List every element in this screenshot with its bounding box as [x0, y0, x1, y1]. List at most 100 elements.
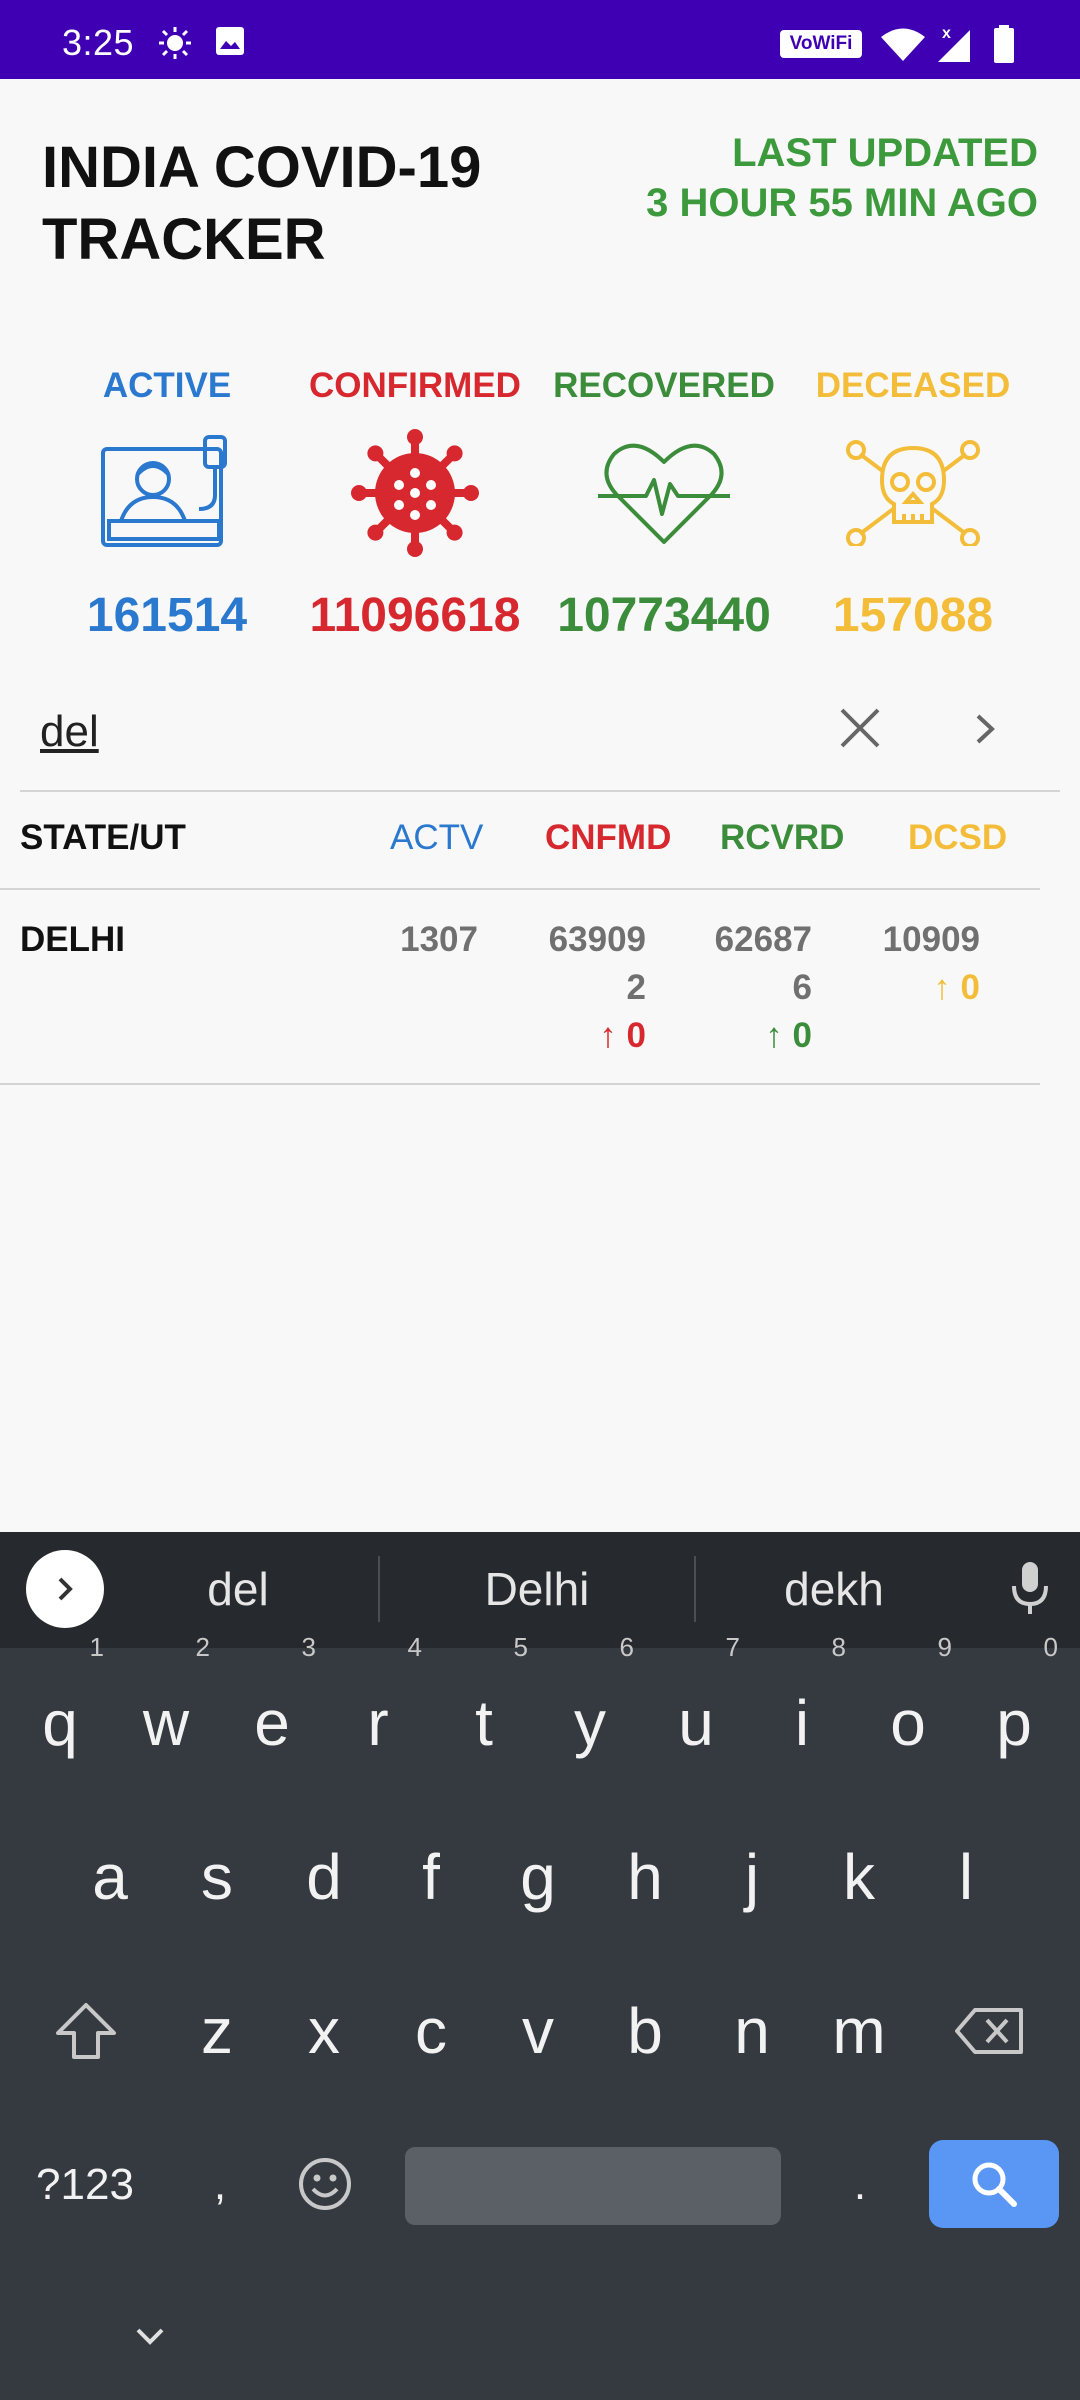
app-title-line1: INDIA COVID-19 — [42, 135, 482, 200]
app-title-line2: TRACKER — [42, 207, 326, 272]
key-s[interactable]: s — [167, 1822, 267, 1932]
status-time: 3:25 — [62, 22, 135, 63]
last-updated-time: 3 HOUR 55 MIN AGO — [646, 181, 1038, 225]
key-w[interactable]: w2 — [116, 1634, 216, 1778]
status-bar: 3:25 VoWiFi x — [0, 0, 1080, 79]
svg-text:x: x — [942, 25, 951, 42]
state-search-input[interactable] — [40, 700, 800, 764]
patient-bed-icon — [101, 435, 227, 547]
key-h[interactable]: h — [595, 1822, 695, 1932]
chevron-down-icon[interactable] — [130, 2322, 170, 2352]
stat-active-label: ACTIVE — [102, 366, 232, 405]
key-x[interactable]: x — [274, 1976, 374, 2086]
row-recovered-delta: ↑ 0 — [765, 1016, 812, 1055]
vowifi-icon: VoWiFi — [780, 30, 862, 58]
row-recovered: 62687 6 ↑ 0 — [715, 916, 812, 1060]
backspace-icon — [955, 2008, 1023, 2054]
chevron-right-icon — [58, 1577, 73, 1601]
last-updated-label: LAST UPDATED — [732, 131, 1038, 175]
space-key[interactable] — [405, 2147, 781, 2225]
emoji-key[interactable] — [275, 2130, 375, 2240]
key-i[interactable]: i8 — [752, 1634, 852, 1778]
shift-key[interactable] — [36, 1976, 136, 2086]
row-state: DELHI — [20, 920, 125, 959]
key-d[interactable]: d — [274, 1822, 374, 1932]
weather-sun-icon — [159, 27, 191, 59]
soft-keyboard: del Delhi dekh q1 w2 e3 r4 t5 y6 u7 i8 o… — [0, 1532, 1080, 2400]
key-j[interactable]: j — [702, 1822, 802, 1932]
key-f[interactable]: f — [381, 1822, 481, 1932]
search-icon — [972, 2162, 1017, 2207]
stat-recovered: RECOVERED 10773440 — [539, 366, 789, 643]
row-recovered-line1: 62687 — [714, 920, 812, 959]
table-divider — [0, 888, 1040, 890]
suggestion-3[interactable]: dekh — [684, 1562, 984, 1616]
symbols-key[interactable]: ?123 — [20, 2130, 150, 2240]
header-deceased[interactable]: DCSD — [908, 818, 1007, 858]
shift-icon — [56, 2003, 116, 2059]
key-p[interactable]: p0 — [964, 1634, 1064, 1778]
key-q[interactable]: q1 — [10, 1634, 110, 1778]
wifi-icon — [881, 28, 925, 61]
app-title: INDIA COVID-19 TRACKER — [42, 132, 562, 276]
virus-icon — [351, 429, 479, 557]
stat-active: ACTIVE 161514 — [42, 366, 292, 643]
stat-deceased-label: DECEASED — [815, 366, 1011, 405]
row-deceased: 10909 ↑ 0 — [883, 916, 980, 1012]
skull-crossbones-icon — [846, 440, 980, 546]
key-n[interactable]: n — [702, 1976, 802, 2086]
search-divider — [20, 790, 1060, 792]
suggestion-divider — [378, 1556, 380, 1622]
table-divider — [0, 1083, 1040, 1085]
key-c[interactable]: c — [381, 1976, 481, 2086]
header-confirmed[interactable]: CNFMD — [545, 818, 671, 858]
header-state[interactable]: STATE/UT — [20, 818, 186, 858]
backspace-key[interactable] — [940, 1976, 1040, 2086]
heartbeat-icon — [598, 443, 730, 544]
stat-confirmed-value: 11096618 — [309, 589, 521, 642]
key-m[interactable]: m — [809, 1976, 909, 2086]
stat-deceased: DECEASED 157088 — [788, 366, 1038, 643]
comma-key[interactable]: , — [170, 2130, 270, 2240]
key-b[interactable]: b — [595, 1976, 695, 2086]
stat-deceased-value: 157088 — [832, 589, 994, 642]
emoji-icon — [299, 2158, 351, 2210]
row-confirmed-line1: 63909 — [548, 920, 646, 959]
key-t[interactable]: t5 — [434, 1634, 534, 1778]
battery-icon — [994, 25, 1014, 63]
key-a[interactable]: a — [60, 1822, 160, 1932]
clear-icon[interactable] — [832, 700, 888, 756]
key-o[interactable]: o9 — [858, 1634, 958, 1778]
keyboard-search-button[interactable] — [929, 2140, 1059, 2228]
period-key[interactable]: . — [810, 2130, 910, 2240]
last-updated: LAST UPDATED 3 HOUR 55 MIN AGO — [646, 128, 1038, 228]
row-confirmed-delta: ↑ 0 — [599, 1016, 646, 1055]
row-confirmed-line2: 2 — [626, 968, 646, 1007]
header-recovered[interactable]: RCVRD — [720, 818, 844, 858]
image-icon — [216, 27, 244, 55]
stat-active-value: 161514 — [86, 589, 248, 642]
stat-recovered-value: 10773440 — [557, 589, 771, 642]
signal-icon: x — [938, 25, 970, 62]
stat-confirmed-label: CONFIRMED — [309, 366, 521, 405]
row-recovered-line2: 6 — [792, 968, 812, 1007]
key-r[interactable]: r4 — [328, 1634, 428, 1778]
key-z[interactable]: z — [167, 1976, 267, 2086]
key-l[interactable]: l — [916, 1822, 1016, 1932]
key-g[interactable]: g — [488, 1822, 588, 1932]
suggestion-1[interactable]: del — [88, 1562, 388, 1616]
chevron-right-icon[interactable] — [966, 704, 1006, 754]
key-v[interactable]: v — [488, 1976, 588, 2086]
suggestion-2[interactable]: Delhi — [387, 1562, 687, 1616]
microphone-icon[interactable] — [1010, 1558, 1050, 1618]
row-active: 1307 — [400, 920, 478, 959]
key-k[interactable]: k — [809, 1822, 909, 1932]
key-y[interactable]: y6 — [540, 1634, 640, 1778]
row-confirmed: 63909 2 ↑ 0 — [549, 916, 646, 1060]
header-active[interactable]: ACTV — [390, 818, 483, 858]
key-e[interactable]: e3 — [222, 1634, 322, 1778]
key-u[interactable]: u7 — [646, 1634, 746, 1778]
stat-confirmed: CONFIRMED 11096618 — [290, 366, 540, 643]
row-deceased-line1: 10909 — [882, 920, 980, 959]
stat-recovered-label: RECOVERED — [553, 366, 775, 405]
